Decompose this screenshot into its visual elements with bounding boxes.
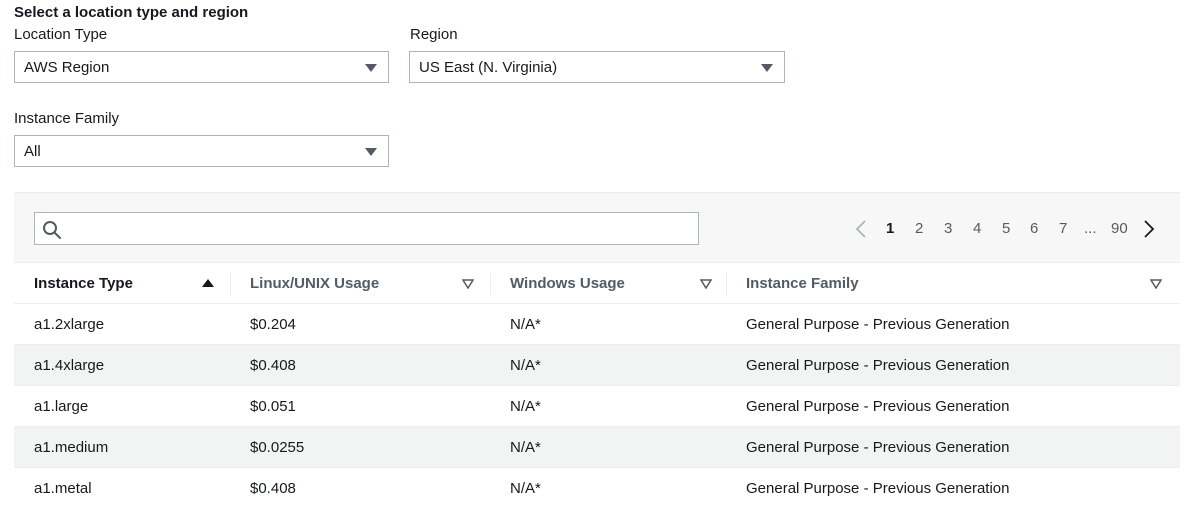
region-label: Region — [410, 26, 458, 43]
search-input[interactable] — [34, 212, 699, 245]
column-header-label: Windows Usage — [510, 274, 625, 292]
page-6[interactable]: 6 — [1030, 218, 1038, 240]
page-4[interactable]: 4 — [973, 218, 981, 240]
cell-instance-family: General Purpose - Previous Generation — [726, 385, 1180, 427]
cell-windows-usage: N/A* — [490, 426, 726, 468]
column-divider — [490, 273, 491, 295]
caret-down-icon — [365, 148, 377, 156]
pagination: 1 2 3 4 5 6 7 ... 90 — [855, 218, 1165, 240]
chevron-right-icon[interactable] — [1143, 220, 1155, 238]
column-header-instance-type[interactable]: Instance Type — [14, 262, 230, 304]
search-icon — [43, 221, 61, 239]
cell-instance-family: General Purpose - Previous Generation — [726, 344, 1180, 386]
page-90[interactable]: 90 — [1111, 218, 1128, 240]
column-header-windows-usage[interactable]: Windows Usage — [490, 262, 726, 304]
table-row[interactable]: a1.2xlarge $0.204 N/A* General Purpose -… — [14, 303, 1180, 345]
cell-linux-usage: $0.408 — [230, 467, 490, 506]
column-header-instance-family[interactable]: Instance Family — [726, 262, 1180, 304]
sort-ascending-icon[interactable] — [202, 279, 214, 287]
table-row[interactable]: a1.metal $0.408 N/A* General Purpose - P… — [14, 467, 1180, 506]
cell-instance-type: a1.2xlarge — [14, 303, 230, 345]
cell-instance-type: a1.4xlarge — [14, 344, 230, 386]
cell-instance-family: General Purpose - Previous Generation — [726, 467, 1180, 506]
page-5[interactable]: 5 — [1002, 218, 1010, 240]
cell-instance-family: General Purpose - Previous Generation — [726, 426, 1180, 468]
page-2[interactable]: 2 — [915, 218, 923, 240]
page-3[interactable]: 3 — [944, 218, 952, 240]
cell-instance-family: General Purpose - Previous Generation — [726, 303, 1180, 345]
instance-family-value: All — [24, 142, 41, 160]
cell-linux-usage: $0.204 — [230, 303, 490, 345]
table-row[interactable]: a1.medium $0.0255 N/A* General Purpose -… — [14, 426, 1180, 468]
section-heading: Select a location type and region — [14, 4, 249, 21]
table-header-row: Instance Type Linux/UNIX Usage Windows U… — [14, 262, 1180, 304]
page-1[interactable]: 1 — [886, 218, 894, 240]
column-divider — [726, 273, 727, 295]
cell-windows-usage: N/A* — [490, 344, 726, 386]
column-header-linux-usage[interactable]: Linux/UNIX Usage — [230, 262, 490, 304]
location-type-value: AWS Region — [24, 58, 110, 76]
cell-instance-type: a1.medium — [14, 426, 230, 468]
page-7[interactable]: 7 — [1059, 218, 1067, 240]
caret-down-icon — [365, 64, 377, 72]
column-header-label: Instance Type — [34, 274, 133, 292]
cell-windows-usage: N/A* — [490, 385, 726, 427]
instance-family-select[interactable]: All — [14, 135, 389, 167]
cell-windows-usage: N/A* — [490, 303, 726, 345]
column-divider — [230, 273, 231, 295]
location-type-label: Location Type — [14, 26, 108, 43]
region-select[interactable]: US East (N. Virginia) — [409, 51, 785, 83]
table-row[interactable]: a1.large $0.051 N/A* General Purpose - P… — [14, 385, 1180, 427]
cell-windows-usage: N/A* — [490, 467, 726, 506]
cell-linux-usage: $0.408 — [230, 344, 490, 386]
instance-family-label: Instance Family — [14, 110, 120, 127]
instance-pricing-table: Instance Type Linux/UNIX Usage Windows U… — [14, 262, 1180, 506]
chevron-left-icon[interactable] — [855, 220, 867, 238]
cell-linux-usage: $0.051 — [230, 385, 490, 427]
cell-instance-type: a1.large — [14, 385, 230, 427]
location-type-select[interactable]: AWS Region — [14, 51, 389, 83]
table-row[interactable]: a1.4xlarge $0.408 N/A* General Purpose -… — [14, 344, 1180, 386]
cell-instance-type: a1.metal — [14, 467, 230, 506]
region-value: US East (N. Virginia) — [419, 58, 558, 76]
caret-down-icon — [761, 64, 773, 72]
column-header-label: Linux/UNIX Usage — [250, 274, 380, 292]
column-header-label: Instance Family — [746, 274, 859, 292]
page-ellipsis: ... — [1084, 220, 1097, 237]
cell-linux-usage: $0.0255 — [230, 426, 490, 468]
